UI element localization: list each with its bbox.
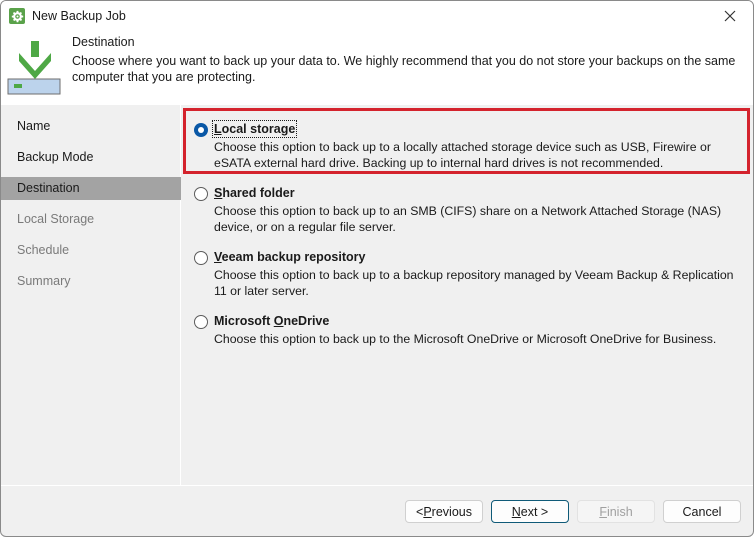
option-description: Choose this option to back up to an SMB … [214,204,722,234]
option-description: Choose this option to back up to a backu… [214,268,734,298]
close-button[interactable] [707,1,753,31]
sidebar-item-local-storage: Local Storage [17,212,95,226]
footer-divider [1,485,753,486]
title-bar: New Backup Job [1,1,753,31]
option-label[interactable]: Local storage [211,120,298,138]
cancel-button[interactable]: Cancel [663,500,741,523]
option-microsoft-onedrive[interactable]: Microsoft OneDrive Choose this option to… [194,314,744,348]
option-veeam-backup-repository[interactable]: Veeam backup repository Choose this opti… [194,250,744,298]
download-to-drive-icon [7,41,61,95]
sidebar-item-backup-mode[interactable]: Backup Mode [1,146,181,169]
option-description: Choose this option to back up to a local… [214,140,711,170]
sidebar-item-name[interactable]: Name [1,115,181,138]
option-label[interactable]: Shared folder [214,186,295,200]
wizard-steps-sidebar: Name Backup Mode Destination Local Stora… [1,105,181,485]
wizard-header: Destination Choose where you want to bac… [1,31,753,105]
radio-microsoft-onedrive[interactable] [194,315,208,329]
radio-veeam-repository[interactable] [194,251,208,265]
next-button[interactable]: Next > [491,500,569,523]
sidebar-item-schedule: Schedule [17,243,70,257]
option-description: Choose this option to back up to the Mic… [214,332,717,346]
option-local-storage[interactable]: Local storage Choose this option to back… [194,120,744,170]
new-backup-job-dialog: New Backup Job Destination Choose where … [0,0,754,537]
previous-button[interactable]: < Previous [405,500,483,523]
finish-button: Finish [577,500,655,523]
gear-icon [9,8,25,24]
option-shared-folder[interactable]: Shared folder Choose this option to back… [194,186,744,234]
sidebar-item-summary: Summary [17,274,71,288]
window-title: New Backup Job [32,9,126,23]
step-title: Destination [72,35,135,49]
sidebar-item-destination[interactable]: Destination [1,177,181,200]
option-label[interactable]: Microsoft OneDrive [214,314,329,328]
radio-shared-folder[interactable] [194,187,208,201]
close-icon [724,10,736,22]
step-description: Choose where you want to back up your da… [72,54,736,84]
option-label[interactable]: Veeam backup repository [214,250,365,264]
radio-local-storage[interactable] [194,123,208,137]
